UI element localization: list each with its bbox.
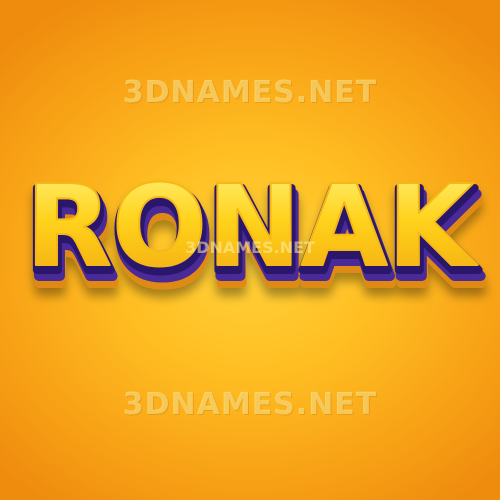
watermark-bottom: 3DNAMES.NET xyxy=(122,387,378,422)
watermark-middle: 3DNAMES.NET xyxy=(185,238,315,257)
name-artwork-canvas: 3DNAMES.NET RONAK RONAK RONAK RONAK 3DNA xyxy=(0,0,500,500)
title-face: RONAK xyxy=(26,162,479,292)
